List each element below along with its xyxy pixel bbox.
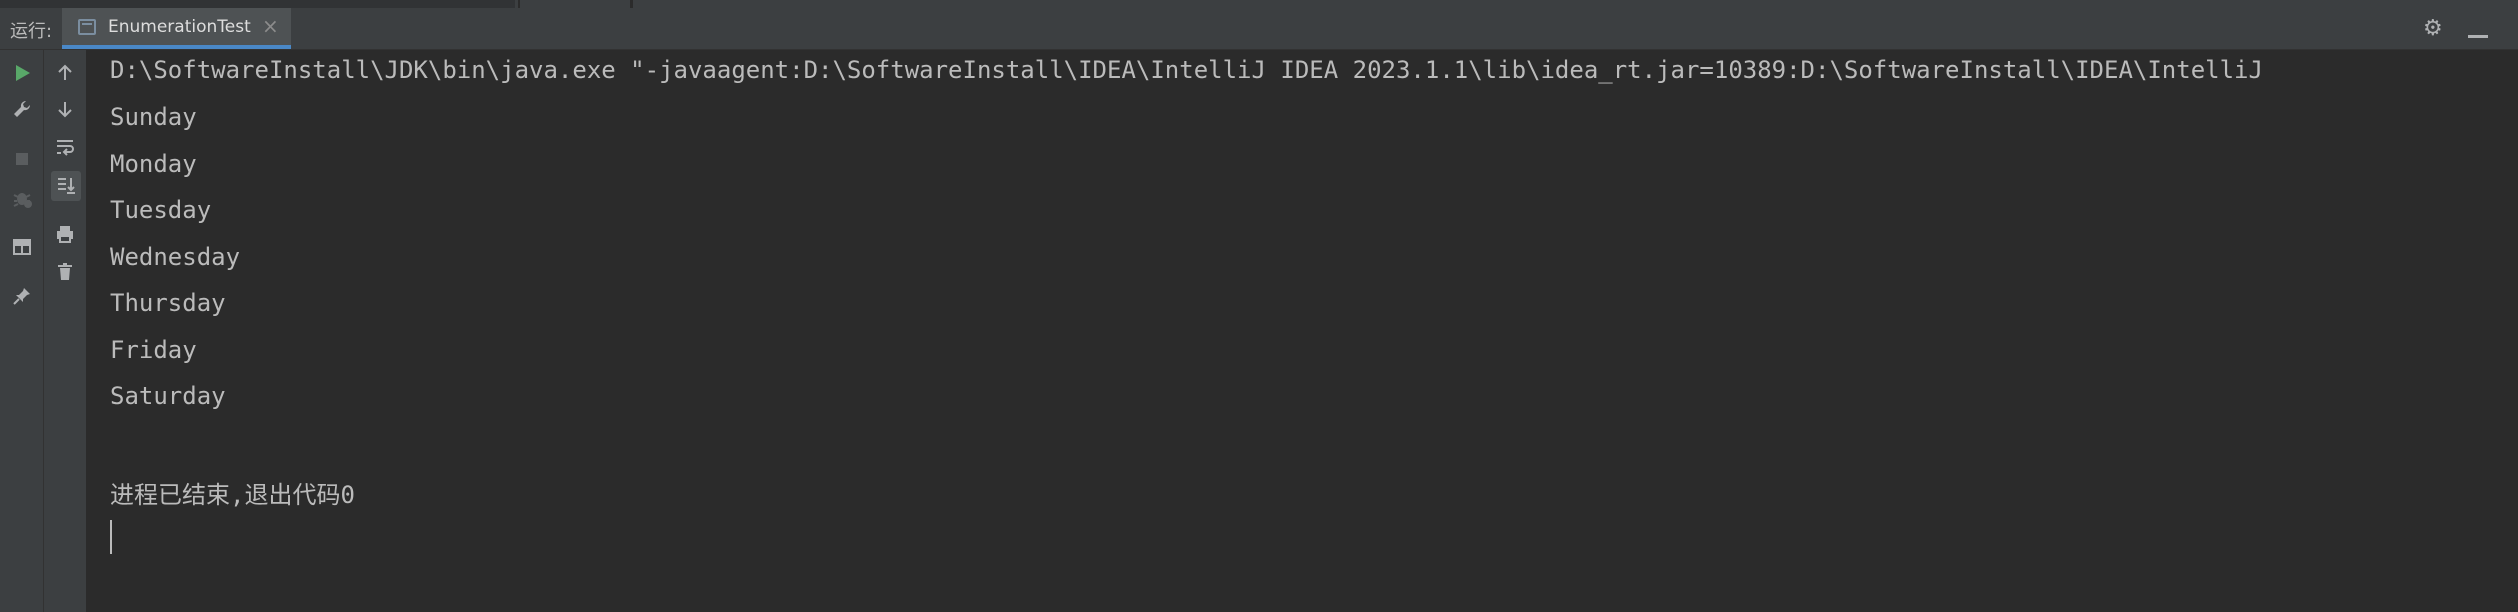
wrench-icon[interactable]: [8, 95, 36, 123]
trash-icon[interactable]: [51, 258, 79, 286]
output-line: Tuesday: [110, 196, 212, 224]
pin-icon[interactable]: [8, 282, 36, 310]
run-toolbar: [0, 50, 44, 612]
output-line: Saturday: [110, 382, 226, 410]
output-line: Monday: [110, 150, 197, 178]
scroll-to-end-icon[interactable]: [51, 171, 81, 201]
output-line: Friday: [110, 336, 197, 364]
run-label: 运行:: [10, 21, 53, 42]
up-arrow-icon[interactable]: [51, 59, 79, 87]
exit-message: 进程已结束,退出代码0: [110, 481, 355, 509]
close-icon[interactable]: ×: [262, 15, 279, 37]
editor-edge: [0, 0, 2518, 8]
output-line: Wednesday: [110, 243, 241, 271]
output-line: Sunday: [110, 103, 197, 131]
console-toolbar: [44, 50, 87, 612]
command-line: D:\SoftwareInstall\JDK\bin\java.exe "-ja…: [110, 56, 2263, 84]
tab-enumeration-test[interactable]: EnumerationTest ×: [62, 8, 291, 49]
soft-wrap-icon[interactable]: [51, 133, 79, 161]
stop-icon[interactable]: [8, 145, 36, 173]
layout-icon[interactable]: [8, 233, 36, 261]
run-config-icon: [78, 19, 96, 35]
run-tool-window: 运行: EnumerationTest × ⚙ D:\SoftwareInsta…: [0, 0, 2518, 612]
tab-title: EnumerationTest: [108, 17, 251, 37]
down-arrow-icon[interactable]: [51, 95, 79, 123]
run-panel-header: 运行: EnumerationTest × ⚙: [0, 8, 2518, 50]
run-icon[interactable]: [8, 59, 36, 87]
gear-icon[interactable]: ⚙: [2423, 17, 2443, 41]
console-output[interactable]: D:\SoftwareInstall\JDK\bin\java.exe "-ja…: [87, 50, 2518, 612]
minimize-icon[interactable]: [2468, 35, 2488, 38]
print-icon[interactable]: [51, 220, 79, 248]
text-cursor: [110, 520, 112, 554]
debug-icon[interactable]: [8, 183, 36, 211]
output-line: Thursday: [110, 289, 226, 317]
scrollbar[interactable]: [2504, 50, 2518, 612]
